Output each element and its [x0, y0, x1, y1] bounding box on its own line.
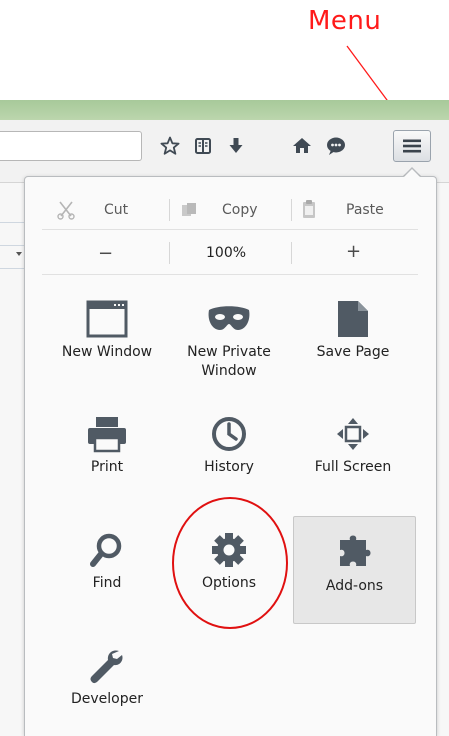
page-icon: [338, 301, 368, 337]
full-screen-label: Full Screen: [314, 459, 392, 475]
zoom-in-button[interactable]: +: [346, 241, 361, 262]
clipboard-icon: [302, 199, 316, 223]
annotation-circle: [172, 497, 288, 629]
zoom-out-button[interactable]: −: [98, 243, 113, 264]
dropdown-arrow-icon: [16, 252, 22, 256]
mask-icon: [208, 306, 250, 330]
window-titlebar: [0, 100, 449, 120]
print-label: Print: [90, 459, 124, 475]
copy-button[interactable]: Copy: [222, 202, 258, 218]
window-icon: [86, 300, 128, 338]
print-button[interactable]: Print: [48, 398, 166, 502]
row-divider: [42, 274, 418, 275]
history-button[interactable]: History: [170, 398, 288, 502]
zoom-reset-button[interactable]: 100%: [206, 245, 246, 261]
paste-button[interactable]: Paste: [346, 202, 384, 218]
developer-button[interactable]: Developer: [48, 630, 166, 734]
download-icon[interactable]: [223, 133, 249, 159]
separator: [291, 242, 292, 264]
printer-icon: [88, 417, 126, 453]
page-divider: [0, 268, 24, 269]
new-window-button[interactable]: New Window: [48, 283, 166, 387]
separator: [291, 199, 292, 221]
add-ons-button[interactable]: Add-ons: [293, 516, 416, 624]
page-divider: [0, 245, 24, 246]
separator: [169, 199, 170, 221]
open-menu-button[interactable]: [393, 130, 431, 162]
reading-list-icon[interactable]: [190, 133, 216, 159]
save-page-button[interactable]: Save Page: [294, 283, 412, 387]
star-icon[interactable]: [157, 133, 183, 159]
home-icon[interactable]: [289, 133, 315, 159]
cut-icon: [56, 200, 76, 224]
developer-label: Developer: [70, 691, 143, 707]
row-divider: [42, 229, 418, 230]
url-bar[interactable]: [0, 131, 142, 161]
fullscreen-icon: [337, 418, 369, 450]
save-page-label: Save Page: [316, 344, 390, 360]
find-label: Find: [92, 575, 122, 591]
page-divider: [0, 222, 24, 223]
panel-arrow-inner: [403, 169, 421, 178]
wrench-icon: [90, 650, 123, 684]
new-private-window-label: New Private Window: [187, 344, 271, 379]
history-label: History: [204, 459, 254, 475]
magnifier-icon: [90, 533, 122, 567]
find-button[interactable]: Find: [48, 514, 166, 618]
clock-icon: [212, 417, 246, 451]
cut-button[interactable]: Cut: [104, 202, 128, 218]
hamburger-icon: [403, 139, 421, 153]
new-private-window-button[interactable]: New Private Window: [170, 283, 288, 387]
puzzle-icon: [339, 535, 370, 566]
full-screen-button[interactable]: Full Screen: [294, 398, 412, 502]
add-ons-label: Add-ons: [325, 578, 384, 594]
separator: [169, 242, 170, 264]
chat-icon[interactable]: [323, 133, 349, 159]
copy-icon: [181, 202, 199, 222]
new-window-label: New Window: [61, 344, 153, 360]
